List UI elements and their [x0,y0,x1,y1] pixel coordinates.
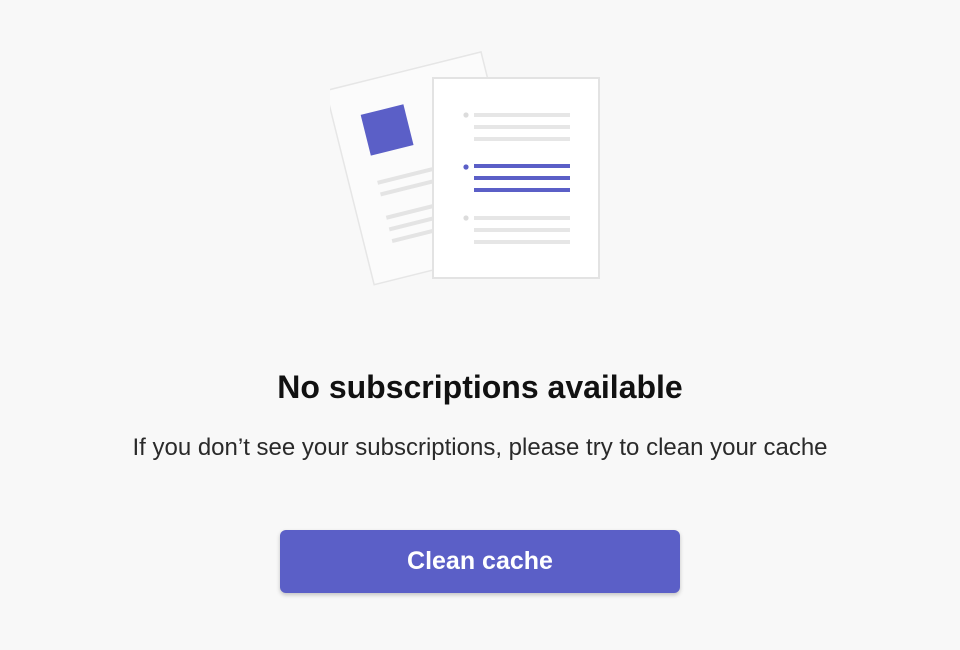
documents-illustration-icon [330,51,600,286]
clean-cache-button[interactable]: Clean cache [280,530,680,593]
empty-state-title: No subscriptions available [277,369,683,405]
empty-state-message: If you don’t see your subscriptions, ple… [132,434,828,461]
empty-state: No subscriptions available If you don’t … [0,0,960,650]
